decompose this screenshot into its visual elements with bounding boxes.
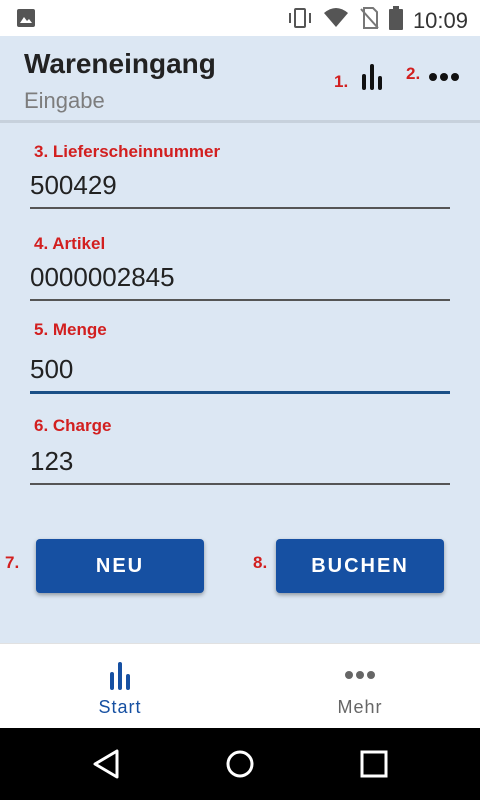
field-label-delivery-note: 3. Lieferscheinnummer	[34, 142, 221, 161]
bottom-navigation: Start Mehr	[0, 643, 480, 729]
bar-chart-icon[interactable]	[360, 62, 384, 90]
back-icon[interactable]	[87, 748, 127, 780]
wifi-icon	[323, 7, 349, 34]
nav-item-start-label: Start	[98, 697, 142, 717]
new-button[interactable]: NEU	[36, 539, 204, 593]
no-sim-icon	[359, 7, 379, 34]
app-header: Wareneingang Eingabe 1. 2.	[0, 36, 480, 123]
more-dots-icon	[344, 668, 376, 686]
annotation-8: 8.	[253, 553, 268, 572]
clock: 10:09	[412, 7, 468, 33]
nav-item-start[interactable]: Start	[0, 644, 240, 729]
field-label-article: 4. Artikel	[34, 234, 106, 253]
more-dots-icon[interactable]	[428, 70, 460, 82]
field-label-quantity: 5. Menge	[34, 320, 107, 339]
batch-input[interactable]: 123	[30, 446, 450, 485]
annotation-2: 2.	[406, 64, 421, 83]
vibrate-icon	[287, 7, 313, 34]
field-label-batch: 6. Charge	[34, 416, 112, 435]
article-input[interactable]: 0000002845	[30, 262, 450, 301]
book-button[interactable]: BUCHEN	[276, 539, 444, 593]
annotation-1: 1.	[334, 72, 349, 91]
annotation-7: 7.	[5, 553, 20, 572]
page-title: Wareneingang	[24, 48, 216, 79]
system-navigation-bar	[0, 728, 480, 800]
bar-chart-icon	[108, 660, 132, 695]
home-icon[interactable]	[220, 748, 260, 780]
nav-item-mehr[interactable]: Mehr	[240, 644, 480, 729]
nav-item-mehr-label: Mehr	[337, 697, 383, 717]
delivery-note-input[interactable]: 500429	[30, 170, 450, 209]
recents-icon[interactable]	[354, 748, 394, 780]
page-subtitle: Eingabe	[24, 88, 105, 113]
battery-icon	[388, 6, 403, 35]
quantity-input[interactable]: 500	[30, 354, 450, 394]
status-bar: 10:09	[0, 0, 480, 36]
image-icon	[16, 8, 36, 33]
